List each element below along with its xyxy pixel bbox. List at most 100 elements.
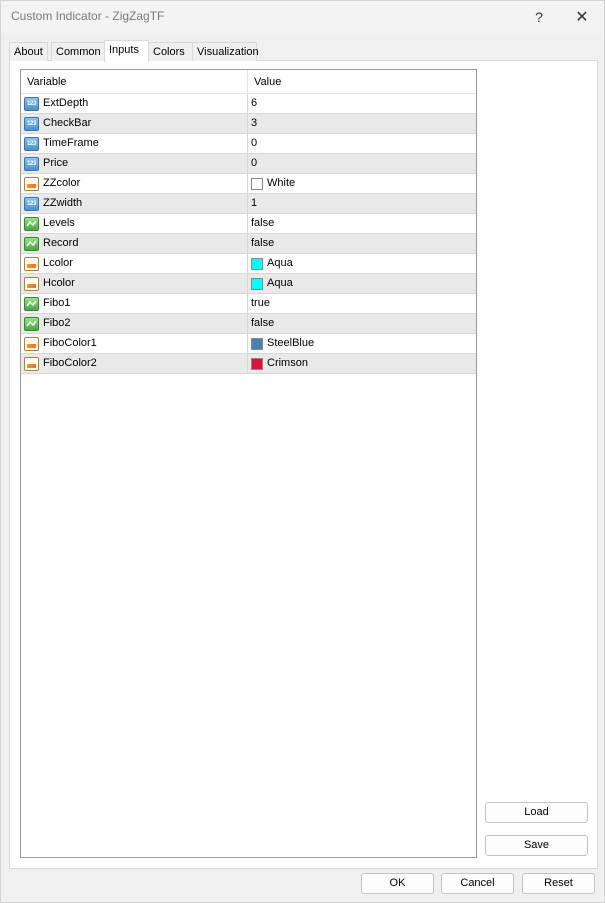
table-row[interactable]: Levels false bbox=[21, 214, 476, 234]
variable-cell[interactable]: 123 ZZwidth bbox=[21, 194, 248, 213]
table-row[interactable]: Hcolor Aqua bbox=[21, 274, 476, 294]
value-cell[interactable]: 1 bbox=[248, 194, 476, 213]
variable-cell[interactable]: 123 Price bbox=[21, 154, 248, 173]
variable-name: Levels bbox=[43, 217, 75, 229]
value-cell[interactable]: 6 bbox=[248, 94, 476, 113]
tab-visualization[interactable]: Visualization bbox=[192, 42, 259, 61]
table-row[interactable]: ZZcolor White bbox=[21, 174, 476, 194]
title-bar: Custom Indicator - ZigZagTF ? ✕ bbox=[1, 1, 604, 33]
boolean-type-icon bbox=[24, 317, 39, 331]
column-header-variable[interactable]: Variable bbox=[21, 70, 248, 94]
table-row[interactable]: 123 ZZwidth 1 bbox=[21, 194, 476, 214]
boolean-type-icon bbox=[24, 217, 39, 231]
boolean-type-icon bbox=[24, 297, 39, 311]
value-text: 1 bbox=[251, 197, 258, 209]
value-text: false bbox=[251, 217, 275, 229]
variable-name: Record bbox=[43, 237, 79, 249]
cancel-button[interactable]: Cancel bbox=[441, 873, 514, 894]
value-text: Aqua bbox=[267, 277, 293, 289]
reset-button[interactable]: Reset bbox=[522, 873, 595, 894]
variable-cell[interactable]: Levels bbox=[21, 214, 248, 233]
table-row[interactable]: 123 CheckBar 3 bbox=[21, 114, 476, 134]
variable-name: Lcolor bbox=[43, 257, 73, 269]
value-cell[interactable]: false bbox=[248, 314, 476, 333]
color-type-icon bbox=[24, 257, 39, 271]
variable-name: FiboColor2 bbox=[43, 357, 97, 369]
color-type-icon bbox=[24, 177, 39, 191]
value-cell[interactable]: Crimson bbox=[248, 354, 476, 373]
value-text: 3 bbox=[251, 117, 258, 129]
tab-about[interactable]: About bbox=[9, 42, 48, 61]
variable-cell[interactable]: 123 CheckBar bbox=[21, 114, 248, 133]
table-row[interactable]: Lcolor Aqua bbox=[21, 254, 476, 274]
value-text: White bbox=[267, 177, 296, 189]
help-button[interactable]: ? bbox=[517, 1, 561, 33]
variable-cell[interactable]: Fibo1 bbox=[21, 294, 248, 313]
value-cell[interactable]: false bbox=[248, 234, 476, 253]
color-type-icon bbox=[24, 357, 39, 371]
variable-name: Fibo1 bbox=[43, 297, 71, 309]
value-text: false bbox=[251, 237, 275, 249]
table-row[interactable]: 123 ExtDepth 6 bbox=[21, 94, 476, 114]
value-cell[interactable]: 0 bbox=[248, 134, 476, 153]
tab-colors[interactable]: Colors bbox=[148, 42, 193, 61]
boolean-type-icon bbox=[24, 237, 39, 251]
tab-common[interactable]: Common bbox=[51, 42, 105, 61]
variable-cell[interactable]: Hcolor bbox=[21, 274, 248, 293]
integer-type-icon: 123 bbox=[24, 197, 39, 211]
value-text: 0 bbox=[251, 157, 258, 169]
color-swatch bbox=[251, 257, 263, 270]
variable-cell[interactable]: ZZcolor bbox=[21, 174, 248, 193]
variable-cell[interactable]: FiboColor1 bbox=[21, 334, 248, 353]
value-text: false bbox=[251, 317, 275, 329]
save-button[interactable]: Save bbox=[485, 835, 588, 856]
value-cell[interactable]: 0 bbox=[248, 154, 476, 173]
variable-name: Hcolor bbox=[43, 277, 75, 289]
value-cell[interactable]: Aqua bbox=[248, 274, 476, 293]
value-text: Aqua bbox=[267, 257, 293, 269]
value-cell[interactable]: SteelBlue bbox=[248, 334, 476, 353]
table-row[interactable]: 123 TimeFrame 0 bbox=[21, 134, 476, 154]
column-header-value[interactable]: Value bbox=[248, 70, 476, 94]
table-row[interactable]: Record false bbox=[21, 234, 476, 254]
value-text: 0 bbox=[251, 137, 258, 149]
color-type-icon bbox=[24, 277, 39, 291]
ok-button[interactable]: OK bbox=[361, 873, 434, 894]
variable-cell[interactable]: 123 TimeFrame bbox=[21, 134, 248, 153]
variable-cell[interactable]: 123 ExtDepth bbox=[21, 94, 248, 113]
integer-type-icon: 123 bbox=[24, 97, 39, 111]
table-row[interactable]: Fibo1 true bbox=[21, 294, 476, 314]
variable-cell[interactable]: Record bbox=[21, 234, 248, 253]
load-button[interactable]: Load bbox=[485, 802, 588, 823]
variable-cell[interactable]: Lcolor bbox=[21, 254, 248, 273]
value-text: SteelBlue bbox=[267, 337, 315, 349]
table-row[interactable]: FiboColor2 Crimson bbox=[21, 354, 476, 374]
variable-cell[interactable]: Fibo2 bbox=[21, 314, 248, 333]
value-text: true bbox=[251, 297, 270, 309]
value-cell[interactable]: White bbox=[248, 174, 476, 193]
table-row[interactable]: 123 Price 0 bbox=[21, 154, 476, 174]
window-title: Custom Indicator - ZigZagTF bbox=[11, 9, 165, 23]
table-row[interactable]: FiboColor1 SteelBlue bbox=[21, 334, 476, 354]
variable-name: TimeFrame bbox=[43, 137, 99, 149]
variable-name: ZZcolor bbox=[43, 177, 81, 189]
close-button[interactable]: ✕ bbox=[560, 1, 604, 33]
color-swatch bbox=[251, 277, 263, 290]
table-row[interactable]: Fibo2 false bbox=[21, 314, 476, 334]
inputs-grid: Variable Value 123 ExtDepth 6 123 CheckBar 3 1… bbox=[20, 69, 477, 858]
dialog-window: Custom Indicator - ZigZagTF ? ✕ About Co… bbox=[0, 0, 605, 903]
value-cell[interactable]: Aqua bbox=[248, 254, 476, 273]
variable-name: ZZwidth bbox=[43, 197, 83, 209]
color-swatch bbox=[251, 337, 263, 350]
variable-name: CheckBar bbox=[43, 117, 92, 129]
value-cell[interactable]: 3 bbox=[248, 114, 476, 133]
variable-name: FiboColor1 bbox=[43, 337, 97, 349]
variable-cell[interactable]: FiboColor2 bbox=[21, 354, 248, 373]
integer-type-icon: 123 bbox=[24, 157, 39, 171]
value-cell[interactable]: false bbox=[248, 214, 476, 233]
value-cell[interactable]: true bbox=[248, 294, 476, 313]
integer-type-icon: 123 bbox=[24, 117, 39, 131]
grid-header: Variable Value bbox=[21, 70, 476, 94]
tab-inputs[interactable]: Inputs bbox=[104, 40, 149, 62]
color-swatch bbox=[251, 357, 263, 370]
